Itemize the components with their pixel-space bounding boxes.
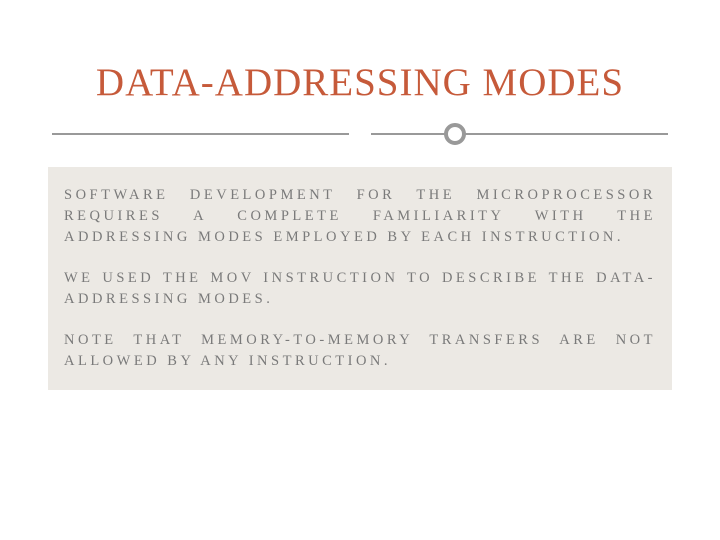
divider-line-right [371, 133, 668, 135]
divider-line-left [52, 133, 349, 135]
paragraph-1: SOFTWARE DEVELOPMENT FOR THE MICROPROCES… [64, 185, 656, 248]
slide-title: DATA-ADDRESSING MODES [50, 60, 670, 105]
paragraph-2: WE USED THE MOV INSTRUCTION TO DESCRIBE … [64, 268, 656, 310]
title-divider [50, 123, 670, 145]
body-content: SOFTWARE DEVELOPMENT FOR THE MICROPROCES… [48, 167, 672, 390]
divider-circle-icon [444, 123, 466, 145]
paragraph-3: NOTE THAT MEMORY-TO-MEMORY TRANSFERS ARE… [64, 330, 656, 372]
slide: DATA-ADDRESSING MODES SOFTWARE DEVELOPME… [0, 0, 720, 540]
